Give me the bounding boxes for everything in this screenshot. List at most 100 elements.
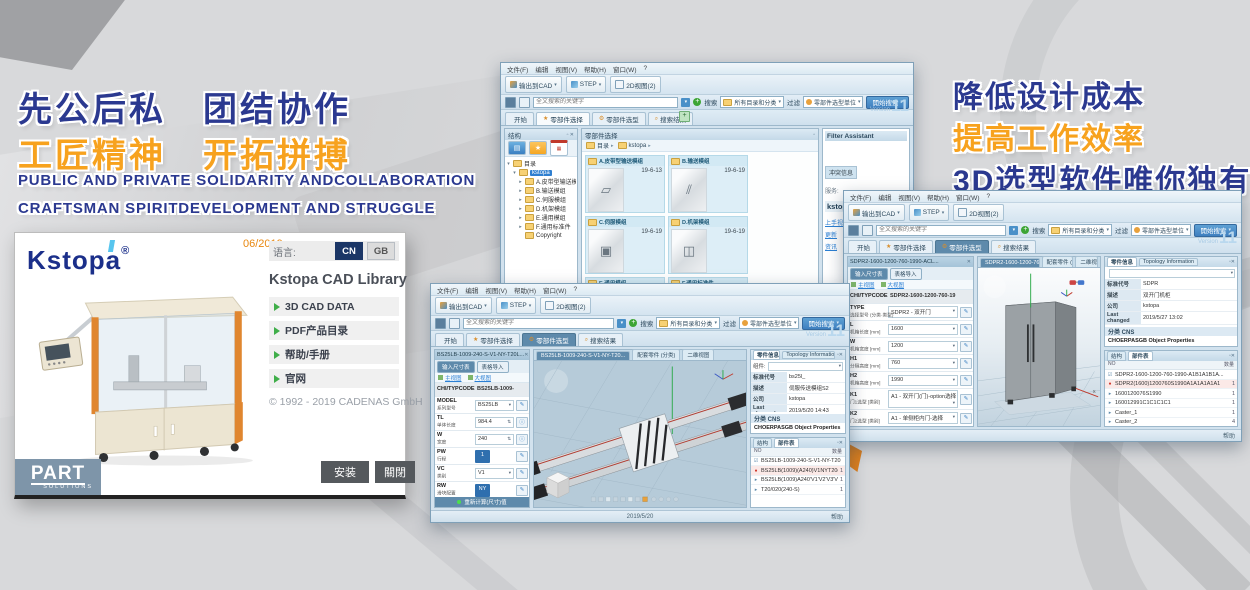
menu-item[interactable]: 编辑: [535, 64, 548, 74]
unit-select[interactable]: 零部件选型单位▾: [803, 96, 864, 108]
structure-tab[interactable]: 结构: [1107, 351, 1126, 361]
add-search-icon[interactable]: +: [693, 98, 701, 106]
menu-item[interactable]: 窗口(W): [956, 192, 979, 202]
edit-icon[interactable]: ✎: [960, 413, 972, 424]
view-2d-button[interactable]: 2D视图(2): [610, 76, 660, 93]
edit-icon[interactable]: ✎: [960, 358, 972, 369]
parameter-value[interactable]: 760: [888, 358, 958, 369]
parts-list-row[interactable]: ▸160012991C1C1C1C11: [1105, 399, 1237, 409]
panel-controls-icon[interactable]: ▫✕: [1229, 259, 1235, 265]
scope-select[interactable]: 所有目录和分类▾: [1048, 224, 1112, 236]
parameter-value[interactable]: 1: [475, 450, 490, 463]
dialog-menu-item[interactable]: 3D CAD DATA: [269, 297, 399, 316]
document-tab[interactable]: BS25LB-1009-240-S-V1-NY-T20...: [536, 351, 630, 360]
help-link[interactable]: 帮助: [1223, 431, 1235, 440]
install-button[interactable]: 安装: [321, 461, 369, 483]
dialog-menu-item[interactable]: PDF产品目录: [269, 321, 399, 340]
parts-list-row[interactable]: ☑BS25LB-1009-240-S-V1-NY-T20L-020L: [751, 457, 845, 467]
search-input[interactable]: [533, 97, 678, 108]
parameter-row[interactable]: W机箱宽度 [mm]1200✎: [848, 338, 973, 355]
catalog-card[interactable]: D.机架模组◫19-6-19: [668, 216, 748, 274]
search-options-icon[interactable]: [862, 225, 873, 236]
catalog-card[interactable]: A.皮带型输送模组▱19-6-13: [585, 155, 665, 213]
search-toggle-icon[interactable]: [848, 225, 859, 236]
ribbon-tab[interactable]: ⚙零部件选型: [592, 112, 646, 125]
parts-list-row[interactable]: ▸Caster_24: [1105, 418, 1237, 426]
parts-list-row[interactable]: ▸BS25LB(1009)A240'V1'V2'V3'V4'V5'N...1: [751, 476, 845, 486]
parameter-row[interactable]: H2机箱高度 [mm]1990✎: [848, 372, 973, 389]
panel-close-icon[interactable]: ✕: [967, 259, 971, 265]
large-view-link[interactable]: 大视图: [881, 281, 905, 289]
menu-item[interactable]: ?: [986, 193, 990, 200]
search-input[interactable]: [463, 318, 614, 329]
parameter-value[interactable]: SDPR2-1600-1200-760-19: [888, 292, 958, 301]
parameter-value[interactable]: SDPR2 - 双开门: [888, 306, 958, 318]
language-gb-button[interactable]: GB: [367, 242, 395, 260]
scope-select[interactable]: 所有目录和分类▾: [656, 317, 720, 329]
dialog-menu-item[interactable]: 帮助/手册: [269, 345, 399, 364]
parameter-value[interactable]: 1990: [888, 375, 958, 386]
parameter-row[interactable]: K2门2选型 [类别]A1 - 单侧柜内门-选择✎: [848, 410, 973, 426]
main-view-link[interactable]: 主视图: [851, 281, 875, 289]
parts-list-row[interactable]: ☑SDPR2-1600-1200-760-1990-A1B1A1B1A...: [1105, 370, 1237, 380]
search-options-icon[interactable]: [449, 318, 460, 329]
tree-node[interactable]: ▾kstopa: [506, 168, 576, 177]
menu-item[interactable]: ?: [643, 65, 647, 72]
parameter-value[interactable]: 240: [475, 434, 514, 445]
edit-icon[interactable]: ✎: [960, 394, 972, 405]
ribbon-tab[interactable]: 开始: [848, 240, 877, 253]
menu-item[interactable]: 视图(V): [898, 192, 920, 202]
search-dropdown-icon[interactable]: ▾: [1009, 226, 1018, 235]
parts-list-tab[interactable]: 部件表: [1128, 351, 1153, 361]
scope-select[interactable]: 所有目录和分类▾: [720, 96, 784, 108]
component-select[interactable]: [768, 362, 843, 371]
parameter-value[interactable]: 1600: [888, 324, 958, 335]
step-format-button[interactable]: STEP▾: [909, 204, 950, 221]
catalog-card[interactable]: B.输送模组⫽19-6-19: [668, 155, 748, 213]
tree-node[interactable]: ▸F.通用标准件: [506, 222, 576, 231]
parameter-row[interactable]: VC类别V1✎: [435, 465, 529, 482]
ribbon-tab[interactable]: ★零部件选择: [536, 112, 590, 125]
edit-icon[interactable]: ✎: [516, 451, 528, 462]
tree-node[interactable]: ▸A.皮带型输送模组: [506, 177, 576, 186]
expander-icon[interactable]: ▸: [518, 224, 523, 230]
search-input[interactable]: [876, 225, 1006, 236]
parameter-row[interactable]: TYPE选择型号 (分类·类型)SDPR2 - 双开门✎: [848, 304, 973, 321]
ribbon-tab[interactable]: ★零部件选择: [879, 240, 933, 253]
ribbon-tab[interactable]: ⌕搜索结果: [578, 333, 623, 346]
menu-item[interactable]: 帮助(H): [584, 64, 606, 74]
export-cad-button[interactable]: 输出到CAD▾: [848, 204, 905, 221]
parameter-row[interactable]: TL单体长度984.4ⓘ: [435, 414, 529, 431]
document-tab[interactable]: 配套零件 (分类): [1042, 256, 1074, 267]
ribbon-tab[interactable]: 开始: [505, 112, 534, 125]
parameter-value[interactable]: A1 - 单侧柜内门-选择: [888, 412, 958, 424]
parameter-row[interactable]: K1门1选型 [类别]A1 - 双开门(门)-option选择✎: [848, 389, 973, 410]
structure-tab[interactable]: 结构: [753, 438, 772, 448]
ribbon-tab[interactable]: ⚙零部件选型: [522, 333, 576, 346]
history-icon[interactable]: ▦: [550, 140, 568, 156]
breadcrumb-item[interactable]: 目录▸: [586, 141, 614, 150]
language-cn-button[interactable]: CN: [335, 242, 363, 260]
topology-tab[interactable]: Topology Information: [1139, 258, 1198, 266]
panel-controls-icon[interactable]: ▫✕: [837, 440, 843, 446]
parts-list-tab[interactable]: 部件表: [774, 438, 799, 448]
parameter-value[interactable]: A1 - 双开门(门)-option选择: [888, 390, 958, 408]
expander-icon[interactable]: ▸: [518, 188, 523, 194]
menu-item[interactable]: 视图(V): [555, 64, 577, 74]
parameter-row[interactable]: MODEL系列型号BS25LB✎: [435, 397, 529, 414]
menu-item[interactable]: 编辑: [878, 192, 891, 202]
parts-list-row[interactable]: ●BS25LB(1009)(A240)V1NYT20(020)S1: [751, 466, 845, 476]
edit-icon[interactable]: ✎: [960, 341, 972, 352]
parts-list-row[interactable]: ▸T20/020(240-S)1: [751, 485, 845, 495]
parameter-row[interactable]: RW滑块配置NY✎: [435, 482, 529, 497]
panel-controls-icon[interactable]: ▫ ✕: [567, 132, 574, 138]
parameter-value[interactable]: 984.4: [475, 417, 514, 428]
parameter-value[interactable]: BS25LB-1009-240-S-V1-N: [475, 385, 514, 394]
menu-item[interactable]: ?: [573, 286, 577, 293]
edit-icon[interactable]: ✎: [516, 485, 528, 496]
parts-list-row[interactable]: ●SDPR2(1600)1200760S1990A1A1A1A1A11: [1105, 380, 1237, 390]
parameter-value[interactable]: 1200: [888, 341, 958, 352]
start-search-button[interactable]: 開始搜索▾: [866, 96, 909, 109]
parameter-value[interactable]: NY: [475, 484, 490, 497]
edit-icon[interactable]: ✎: [960, 324, 972, 335]
